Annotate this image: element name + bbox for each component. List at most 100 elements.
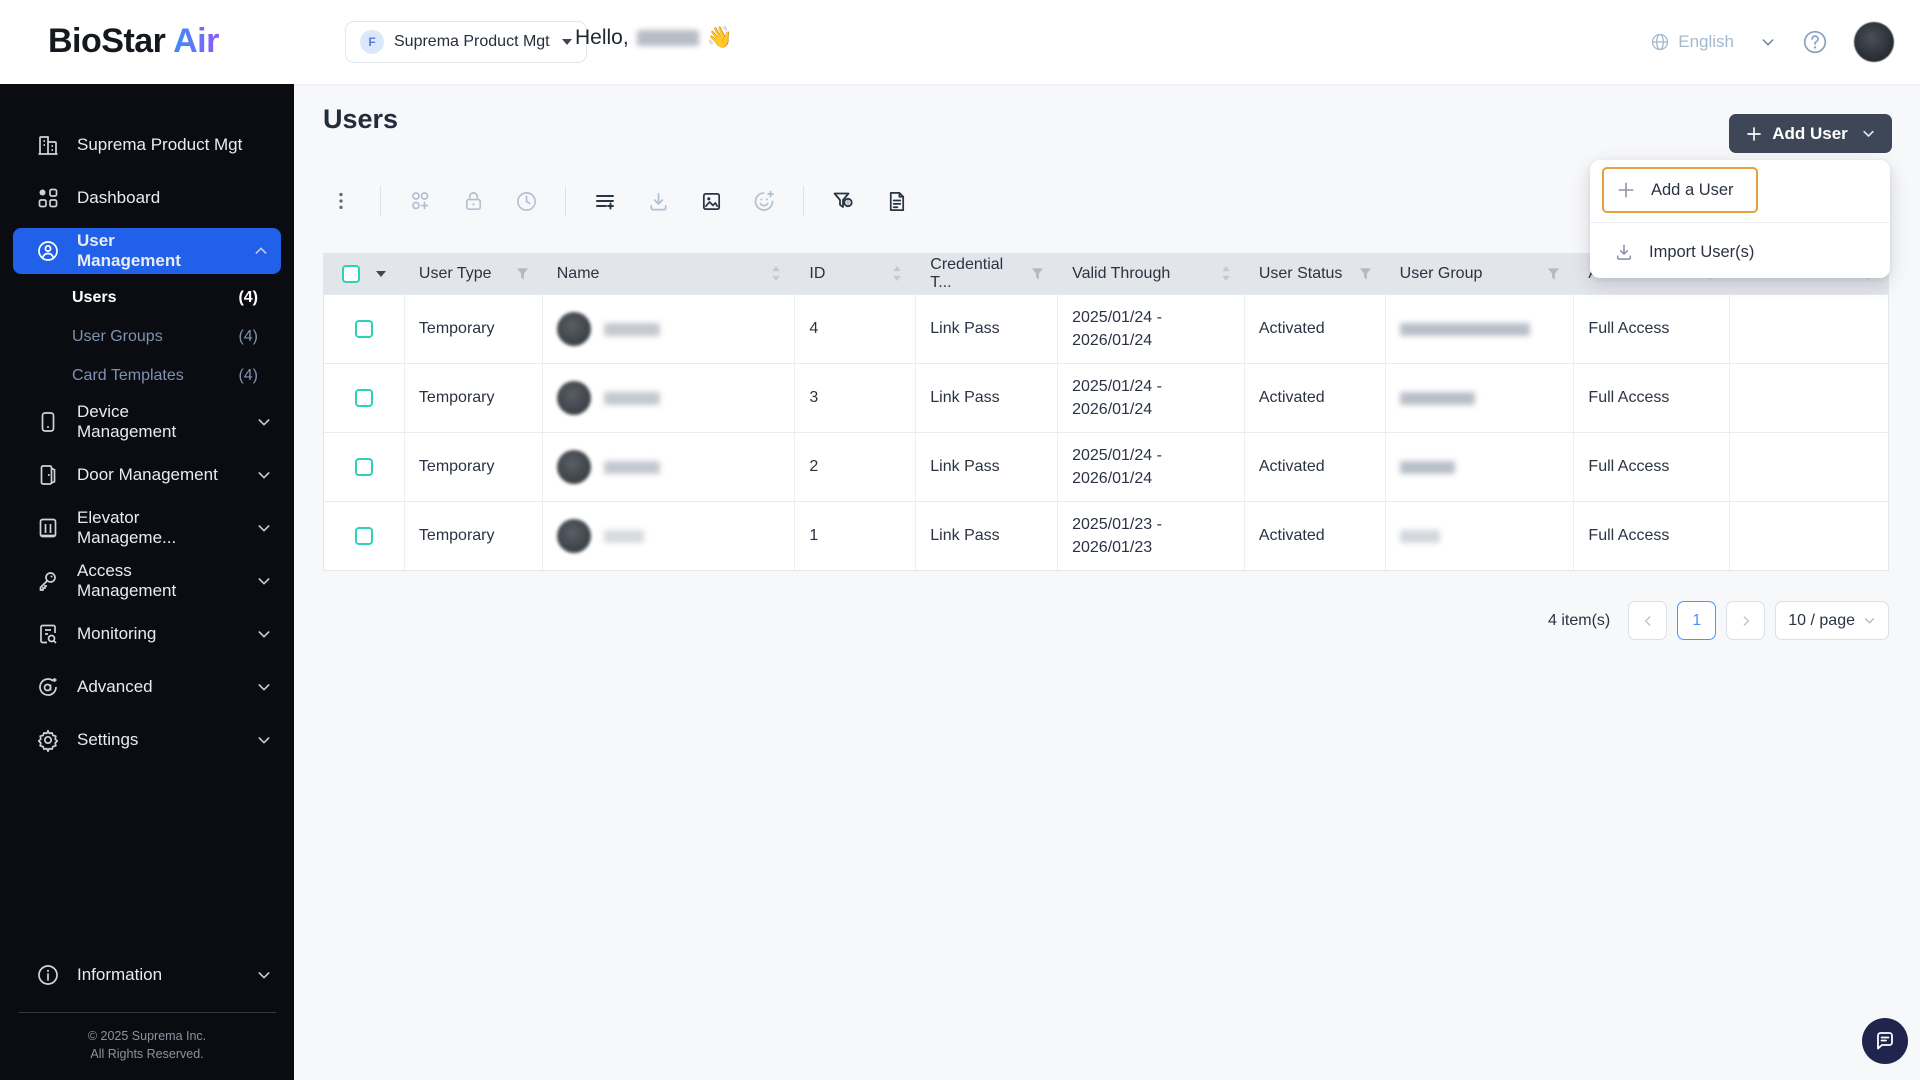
column-header-user-type[interactable]: User Type (405, 265, 543, 283)
sub-item-label: User Groups (72, 327, 163, 345)
building-icon (36, 133, 60, 157)
row-checkbox[interactable] (354, 458, 373, 476)
redacted-username (636, 30, 699, 46)
download-icon[interactable] (644, 187, 672, 215)
sidebar-item-card-templates[interactable]: Card Templates (4) (0, 356, 294, 395)
sort-icon[interactable] (771, 266, 781, 281)
row-checkbox[interactable] (354, 320, 373, 338)
access-level-cell: Full Access (1574, 295, 1731, 363)
clock-icon[interactable] (512, 187, 540, 215)
chevron-down-icon (256, 414, 272, 430)
svg-text:0: 0 (846, 200, 849, 206)
sidebar-item-monitoring[interactable]: Monitoring (0, 607, 294, 660)
sidebar-item-door-management[interactable]: Door Management (0, 448, 294, 501)
menu-item-add-a-user[interactable]: Add a User (1616, 180, 1734, 200)
plus-icon (1616, 180, 1636, 200)
table-row[interactable]: Temporary 3 Link Pass 2025/01/24 - 2026/… (324, 363, 1888, 432)
sidebar-item-advanced[interactable]: Advanced (0, 660, 294, 713)
filter-icon[interactable] (1547, 267, 1560, 280)
row-checkbox[interactable] (354, 389, 373, 407)
elevator-icon (36, 516, 60, 540)
greeting-text: Hello, (575, 26, 629, 49)
filter-icon[interactable] (516, 267, 529, 280)
sidebar-item-device-management[interactable]: Device Management (0, 395, 294, 448)
sidebar-item-label: Dashboard (77, 187, 161, 207)
add-user-button[interactable]: Add User (1729, 114, 1892, 153)
lock-icon[interactable] (459, 187, 487, 215)
document-icon[interactable] (882, 187, 910, 215)
name-cell (543, 295, 796, 363)
import-icon (1614, 242, 1634, 262)
toolbar-divider (803, 186, 804, 216)
add-group-icon[interactable] (406, 187, 434, 215)
sidebar-item-user-groups[interactable]: User Groups (4) (0, 317, 294, 356)
logo-text-biostar: BioStar (48, 22, 166, 60)
filter-icon[interactable] (1031, 267, 1044, 280)
help-icon[interactable] (1802, 29, 1828, 55)
kebab-menu-icon[interactable] (327, 187, 355, 215)
wave-emoji: 👋 (706, 26, 733, 49)
organization-badge: F (360, 30, 384, 54)
batch-edit-icon[interactable] (591, 187, 619, 215)
user-avatar[interactable] (1854, 22, 1894, 62)
column-header-name[interactable]: Name (543, 265, 796, 283)
redacted-user-group (1399, 529, 1440, 543)
valid-through-cell: 2025/01/23 - 2026/01/23 (1058, 502, 1245, 570)
credential-type-cell: Link Pass (916, 364, 1059, 432)
select-all-checkbox[interactable] (342, 264, 361, 283)
prev-page-button[interactable] (1628, 601, 1668, 640)
filter-zero-icon[interactable]: 0 (829, 187, 857, 215)
sub-item-label: Users (72, 288, 117, 306)
globe-icon (1650, 32, 1670, 52)
column-header-valid-through[interactable]: Valid Through (1058, 265, 1245, 283)
credential-type-cell: Link Pass (916, 433, 1059, 501)
table-row[interactable]: Temporary 4 Link Pass 2025/01/24 - 2026/… (324, 294, 1888, 363)
chevron-down-icon (256, 679, 272, 695)
page-number-button[interactable]: 1 (1677, 601, 1717, 640)
user-type-cell: Temporary (405, 433, 543, 501)
user-avatar (556, 381, 591, 415)
sidebar-item-label: Settings (77, 729, 139, 749)
column-header-credential-type[interactable]: Credential T... (916, 256, 1058, 292)
plus-icon (1747, 126, 1762, 141)
sort-icon[interactable] (892, 266, 902, 281)
page-size-select[interactable]: 10 / page (1775, 601, 1889, 640)
sidebar-item-access-management[interactable]: Access Management (0, 554, 294, 607)
chat-support-button[interactable] (1862, 1018, 1908, 1064)
user-status-cell: Activated (1245, 364, 1386, 432)
column-header-id[interactable]: ID (795, 265, 916, 283)
emoji-add-icon[interactable] (750, 187, 778, 215)
next-page-button[interactable] (1726, 601, 1766, 640)
sidebar-item-settings[interactable]: Settings (0, 713, 294, 766)
row-checkbox[interactable] (354, 527, 373, 545)
monitoring-icon (36, 622, 60, 646)
credential-type-cell: Link Pass (916, 502, 1059, 570)
sidebar-item-suprema-product-mgt[interactable]: Suprema Product Mgt (0, 118, 294, 171)
sidebar-item-user-management[interactable]: User Management (13, 228, 281, 274)
image-icon[interactable] (697, 187, 725, 215)
table-row[interactable]: Temporary 2 Link Pass 2025/01/24 - 2026/… (324, 432, 1888, 501)
top-right-controls: English (1650, 0, 1894, 84)
organization-selector[interactable]: F Suprema Product Mgt (345, 21, 587, 63)
user-status-cell: Activated (1245, 433, 1386, 501)
sidebar-item-label: Elevator Manageme... (77, 507, 177, 547)
valid-through-cell: 2025/01/24 - 2026/01/24 (1058, 364, 1245, 432)
sidebar-item-users[interactable]: Users (4) (0, 278, 294, 317)
sidebar-item-dashboard[interactable]: Dashboard (0, 171, 294, 224)
credential-type-cell: Link Pass (916, 295, 1059, 363)
table-row[interactable]: Temporary 1 Link Pass 2025/01/23 - 2026/… (324, 501, 1888, 570)
language-selector[interactable]: English (1650, 32, 1776, 52)
column-header-user-group[interactable]: User Group (1386, 265, 1575, 283)
filter-icon[interactable] (1359, 267, 1372, 280)
sidebar-bottom: Information © 2025 Suprema Inc. All Righ… (0, 949, 294, 1080)
toolbar-divider (565, 186, 566, 216)
column-header-user-status[interactable]: User Status (1245, 265, 1386, 283)
sidebar-item-elevator-management[interactable]: Elevator Manageme... (0, 501, 294, 554)
user-groups-count-badge: (4) (238, 327, 258, 345)
sidebar-item-label: Suprema Product Mgt (77, 134, 243, 154)
select-menu-caret-icon[interactable] (376, 270, 387, 277)
user-group-cell (1386, 502, 1575, 570)
sidebar-item-information[interactable]: Information (0, 949, 294, 1002)
sort-icon[interactable] (1221, 266, 1231, 281)
menu-item-import-users[interactable]: Import User(s) (1590, 232, 1890, 268)
